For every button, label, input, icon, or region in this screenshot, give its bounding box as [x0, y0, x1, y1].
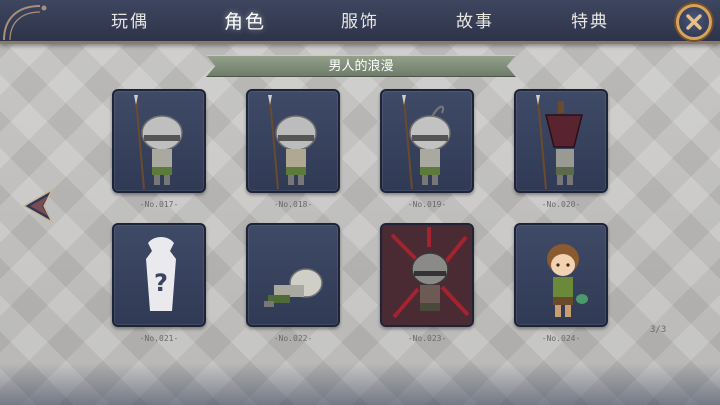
brown-haired-boy-icon: [547, 244, 588, 317]
card-number-019: -No.019-: [407, 200, 447, 209]
character-card-018[interactable]: [246, 89, 340, 193]
tab-characters[interactable]: 角色: [205, 8, 285, 36]
tab-costumes[interactable]: 服饰: [320, 8, 400, 36]
card-number-018: -No.018-: [273, 200, 313, 209]
card-number-024: -No.024-: [541, 334, 581, 343]
crawling-soldier-icon: [264, 268, 323, 307]
character-card-024[interactable]: [514, 223, 608, 327]
top-nav-bar: 玩偶 角色 服饰 故事 特典: [0, 0, 720, 44]
character-card-017[interactable]: [112, 89, 206, 193]
question-silhouette-icon: ?: [146, 237, 176, 311]
card-number-020: -No.020-: [541, 200, 581, 209]
card-number-021: -No.021-: [139, 334, 179, 343]
close-button[interactable]: [676, 4, 712, 40]
corner-ornament-icon: [3, 5, 47, 41]
card-number-023: -No.023-: [407, 334, 447, 343]
character-card-019[interactable]: [380, 89, 474, 193]
svg-text:?: ?: [154, 269, 168, 297]
close-x-icon: [686, 14, 702, 30]
character-card-023[interactable]: [380, 223, 474, 327]
pot-helmet-soldier-icon: [536, 95, 583, 190]
tab-story[interactable]: 故事: [435, 8, 515, 36]
tab-dolls[interactable]: 玩偶: [90, 8, 170, 36]
section-title-ribbon: 男人的浪漫: [206, 55, 516, 77]
left-arrow-icon[interactable]: [22, 186, 60, 226]
card-number-022: -No.022-: [273, 334, 313, 343]
card-number-017: -No.017-: [139, 200, 179, 209]
wounded-soldier-icon: [382, 225, 472, 325]
tab-extras[interactable]: 特典: [550, 8, 630, 36]
feathered-helmet-soldier-icon: [402, 95, 451, 190]
helmet-soldier-icon: [268, 95, 317, 190]
character-card-020[interactable]: [514, 89, 608, 193]
page-indicator: 3/3: [650, 325, 667, 335]
character-card-022[interactable]: [246, 223, 340, 327]
bottom-decoration: [0, 363, 720, 405]
character-card-021-locked[interactable]: ?: [112, 223, 206, 327]
helmet-soldier-icon: [134, 95, 183, 190]
